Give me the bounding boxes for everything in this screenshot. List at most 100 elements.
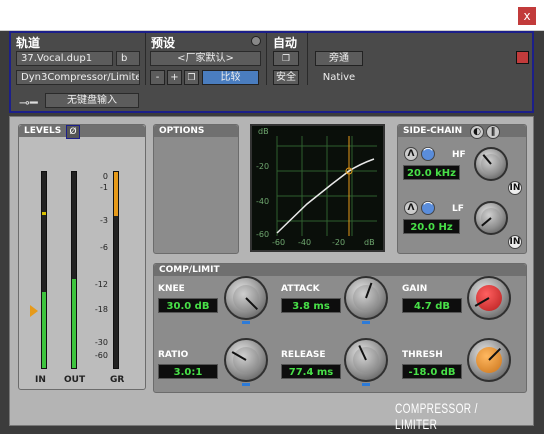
- out-label: OUT: [64, 375, 86, 385]
- attack-knob[interactable]: [344, 276, 388, 320]
- knee-value[interactable]: 30.0 dB: [158, 298, 218, 313]
- plugin-header: 轨道 预设 自动 37.Vocal.dup1 b Dyn3Compressor/…: [9, 31, 534, 113]
- close-button[interactable]: x: [518, 7, 536, 25]
- options-title-text: OPTIONS: [159, 126, 205, 136]
- transfer-graph: dB -20 -40 -60 -60 -40 -20 dB: [250, 124, 385, 252]
- ratio-knob-cap: [233, 347, 259, 373]
- lf-label: LF: [452, 204, 464, 214]
- hf-in-button[interactable]: IN: [508, 181, 522, 195]
- target-icon[interactable]: [516, 51, 529, 64]
- level-tick-12: -12: [94, 280, 108, 289]
- gr-label: GR: [110, 375, 125, 385]
- level-tick-30: -30: [94, 338, 108, 347]
- input-peak-hold: [42, 212, 46, 215]
- title-bar: x: [0, 0, 544, 31]
- lf-filter-toggle-icon[interactable]: Λ: [404, 201, 418, 215]
- in-label: IN: [35, 375, 46, 385]
- lf-knob[interactable]: [474, 201, 508, 235]
- thresh-value[interactable]: -18.0 dB: [402, 364, 462, 379]
- levels-title-text: LEVELS: [24, 126, 62, 136]
- thresh-label: THRESH: [402, 350, 443, 360]
- preset-label: 预设: [151, 36, 176, 50]
- release-knob[interactable]: [344, 338, 388, 382]
- sidechain-key-icon[interactable]: ∥: [486, 125, 500, 139]
- plugin-window: x 轨道 预设 自动 37.Vocal.dup1 b Dyn3Compresso…: [0, 0, 544, 434]
- graph-x-tick-db: dB: [364, 238, 375, 247]
- graph-x-tick-60: -60: [272, 238, 286, 247]
- key-input-selector[interactable]: 无键盘输入: [45, 93, 139, 108]
- sidechain-title: SIDE-CHAIN: [398, 125, 526, 137]
- hf-shelf-icon[interactable]: ⌒: [421, 147, 435, 161]
- ratio-knob[interactable]: [224, 338, 268, 382]
- hf-label: HF: [452, 150, 466, 160]
- lf-shelf-icon[interactable]: ⌒: [421, 201, 435, 215]
- attack-value[interactable]: 3.8 ms: [281, 298, 341, 313]
- sidechain-title-text: SIDE-CHAIN: [403, 126, 463, 136]
- output-meter: [71, 171, 77, 369]
- preset-copy-button[interactable]: ❐: [184, 70, 199, 85]
- graph-y-tick-40: -40: [256, 197, 270, 206]
- level-tick-18: -18: [94, 305, 108, 314]
- key-icon: ⊸━: [19, 96, 38, 111]
- ratio-value[interactable]: 3.0:1: [158, 364, 218, 379]
- track-selector[interactable]: 37.Vocal.dup1: [16, 51, 113, 66]
- lf-value[interactable]: 20.0 Hz: [403, 219, 460, 234]
- track-label: 轨道: [16, 36, 41, 50]
- bypass-button[interactable]: 旁通: [315, 51, 363, 66]
- level-tick-60: -60: [94, 351, 108, 360]
- safe-button[interactable]: 安全: [273, 70, 299, 85]
- level-tick-0: 0: [102, 172, 108, 181]
- release-label: RELEASE: [281, 350, 326, 360]
- comp-limit-title-text: COMP/LIMIT: [159, 265, 220, 275]
- release-indicator: [362, 383, 370, 386]
- release-knob-cap: [353, 347, 379, 373]
- gain-knob[interactable]: [467, 276, 511, 320]
- knee-label: KNEE: [158, 284, 185, 294]
- graph-y-tick-60: -60: [256, 230, 270, 239]
- graph-x-tick-20: -20: [332, 238, 346, 247]
- options-panel: OPTIONS: [153, 124, 239, 254]
- level-tick-6: -6: [100, 243, 108, 252]
- automation-button[interactable]: ❐: [273, 51, 299, 66]
- brand-label: COMPRESSOR / LIMITER: [395, 400, 478, 432]
- automation-label: 自动: [273, 36, 298, 50]
- attack-indicator: [362, 321, 370, 324]
- hf-filter-toggle-icon[interactable]: Λ: [404, 147, 418, 161]
- options-title: OPTIONS: [154, 125, 238, 137]
- sidechain-panel: SIDE-CHAIN ◐ ∥ Λ ⌒ HF 20.0 kHz IN Λ ⌒ LF…: [397, 124, 527, 254]
- preset-menu-icon[interactable]: [251, 36, 261, 46]
- comp-limit-title: COMP/LIMIT: [154, 264, 526, 276]
- lf-in-button[interactable]: IN: [508, 235, 522, 249]
- phase-invert-button[interactable]: Ø: [66, 125, 80, 139]
- transfer-graph-svg: [276, 136, 377, 236]
- plugin-selector[interactable]: Dyn3Compressor/Limiter: [16, 70, 140, 85]
- gain-value[interactable]: 4.7 dB: [402, 298, 462, 313]
- preset-minus-button[interactable]: -: [150, 70, 165, 85]
- preset-selector[interactable]: <厂家默认>: [150, 51, 261, 66]
- graph-y-tick-20: -20: [256, 162, 270, 171]
- hf-knob[interactable]: [474, 147, 508, 181]
- compare-button[interactable]: 比较: [202, 70, 259, 85]
- hf-value[interactable]: 20.0 kHz: [403, 165, 460, 180]
- input-meter-fill: [42, 292, 46, 368]
- graph-x-tick-40: -40: [298, 238, 312, 247]
- compressor-panel: LEVELS Ø 0 -1 -3 -6 -12 -18 -30 -60 IN O…: [9, 116, 534, 432]
- release-value[interactable]: 77.4 ms: [281, 364, 341, 379]
- levels-panel: LEVELS Ø 0 -1 -3 -6 -12 -18 -30 -60 IN O…: [18, 124, 146, 390]
- level-tick-3: -3: [100, 216, 108, 225]
- input-threshold-marker[interactable]: [30, 305, 38, 317]
- preset-plus-button[interactable]: +: [167, 70, 182, 85]
- knee-knob[interactable]: [224, 276, 268, 320]
- automation-icon: ❐: [281, 54, 291, 64]
- comp-limit-panel: COMP/LIMIT KNEE 30.0 dB ATTACK 3.8 ms GA…: [153, 263, 527, 393]
- thresh-knob[interactable]: [467, 338, 511, 382]
- gain-label: GAIN: [402, 284, 428, 294]
- output-meter-fill: [72, 279, 76, 368]
- input-meter: [41, 171, 47, 369]
- ratio-label: RATIO: [158, 350, 189, 360]
- ratio-indicator: [242, 383, 250, 386]
- graph-y-tick-db: dB: [258, 127, 269, 136]
- native-indicator: Native: [315, 70, 363, 85]
- track-slot-selector[interactable]: b: [116, 51, 140, 66]
- sidechain-listen-icon[interactable]: ◐: [470, 125, 484, 139]
